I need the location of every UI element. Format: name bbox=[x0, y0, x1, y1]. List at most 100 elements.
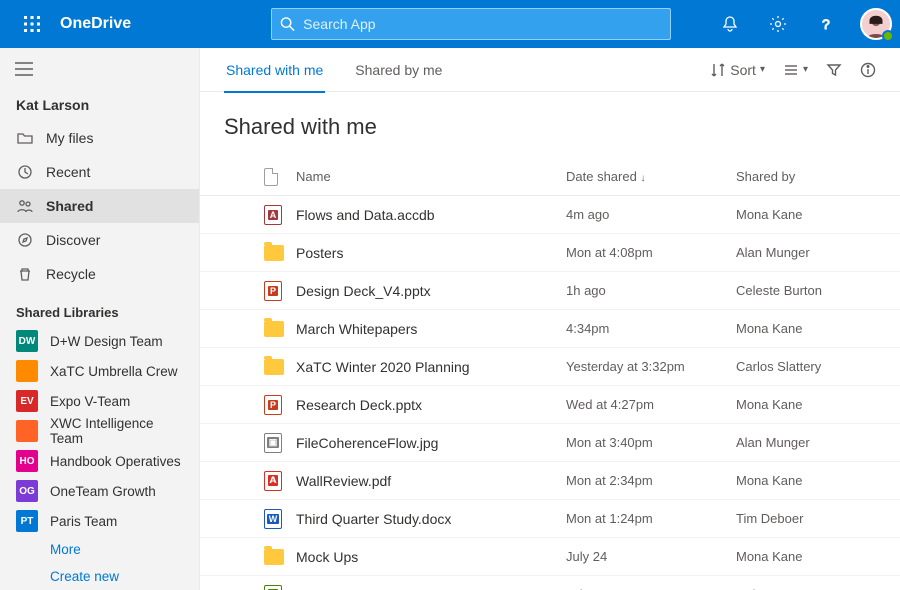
filetype-column-header[interactable] bbox=[264, 168, 296, 186]
sidebar-nav-recent[interactable]: Recent bbox=[0, 155, 199, 189]
nav-label: Discover bbox=[46, 232, 100, 248]
notifications-button[interactable] bbox=[708, 0, 752, 48]
row-date: Wed at 4:27pm bbox=[566, 397, 736, 412]
row-name[interactable]: XaTC Winter 2020 Planning bbox=[296, 359, 566, 375]
settings-button[interactable] bbox=[756, 0, 800, 48]
library-tile-icon: PT bbox=[16, 510, 38, 532]
app-name[interactable]: OneDrive bbox=[60, 15, 131, 33]
image-file-icon: ▣ bbox=[264, 433, 282, 453]
page-title: Shared with me bbox=[200, 92, 900, 158]
row-sharedby: Mona Kane bbox=[736, 473, 876, 488]
file-row[interactable]: PostersMon at 4:08pmAlan Munger bbox=[200, 234, 900, 272]
row-sharedby: Mona Kane bbox=[736, 321, 876, 336]
library-d-w-design-team[interactable]: DWD+W Design Team bbox=[0, 326, 199, 356]
video-file-icon: ▶ bbox=[264, 585, 282, 590]
library-oneteam-growth[interactable]: OGOneTeam Growth bbox=[0, 476, 199, 506]
filter-icon bbox=[826, 62, 842, 78]
search-input[interactable] bbox=[303, 16, 662, 32]
row-date: July 24 bbox=[566, 549, 736, 564]
library-xwc-intelligence-team[interactable]: XWC Intelligence Team bbox=[0, 416, 199, 446]
library-paris-team[interactable]: PTParis Team bbox=[0, 506, 199, 536]
app-launcher-icon[interactable] bbox=[8, 0, 56, 48]
row-date: Mon at 2:34pm bbox=[566, 473, 736, 488]
sharedby-column-header[interactable]: Shared by bbox=[736, 169, 876, 184]
file-row[interactable]: Mock UpsJuly 24Mona Kane bbox=[200, 538, 900, 576]
main-pane: Shared with meShared by me Sort ▾ ▾ bbox=[200, 48, 900, 590]
svg-text:?: ? bbox=[822, 16, 830, 32]
file-row[interactable]: AFlows and Data.accdb4m agoMona Kane bbox=[200, 196, 900, 234]
ppt-file-icon: P bbox=[264, 281, 282, 301]
search-box[interactable] bbox=[271, 8, 671, 40]
file-row[interactable]: WThird Quarter Study.docxMon at 1:24pmTi… bbox=[200, 500, 900, 538]
info-button[interactable] bbox=[860, 62, 876, 78]
file-row[interactable]: 𝗔WallReview.pdfMon at 2:34pmMona Kane bbox=[200, 462, 900, 500]
sidebar-more-link[interactable]: More bbox=[0, 536, 199, 563]
sidebar-nav-shared[interactable]: Shared bbox=[0, 189, 199, 223]
file-row[interactable]: XaTC Winter 2020 PlanningYesterday at 3:… bbox=[200, 348, 900, 386]
folder-icon bbox=[264, 549, 284, 565]
help-button[interactable]: ? bbox=[804, 0, 848, 48]
row-name[interactable]: Research Deck.pptx bbox=[296, 397, 566, 413]
bell-icon bbox=[721, 15, 739, 33]
view-options-button[interactable]: ▾ bbox=[783, 62, 808, 78]
sidebar-nav-discover[interactable]: Discover bbox=[0, 223, 199, 257]
row-name[interactable]: Flows and Data.accdb bbox=[296, 207, 566, 223]
search-wrapper bbox=[271, 8, 671, 40]
library-xatc-umbrella-crew[interactable]: XaTC Umbrella Crew bbox=[0, 356, 199, 386]
file-icon bbox=[264, 168, 278, 186]
folder-icon bbox=[264, 321, 284, 337]
library-handbook-operatives[interactable]: HOHandbook Operatives bbox=[0, 446, 199, 476]
help-icon: ? bbox=[817, 15, 835, 33]
row-name[interactable]: Design Deck_V4.pptx bbox=[296, 283, 566, 299]
file-row[interactable]: March Whitepapers4:34pmMona Kane bbox=[200, 310, 900, 348]
file-row[interactable]: ▶UeoD Transition Animation.movJuly 23Cel… bbox=[200, 576, 900, 590]
nav-label: Recycle bbox=[46, 266, 96, 282]
sort-icon bbox=[710, 62, 726, 78]
collapse-nav-button[interactable] bbox=[4, 52, 44, 85]
sort-button[interactable]: Sort ▾ bbox=[710, 62, 765, 78]
row-name[interactable]: WallReview.pdf bbox=[296, 473, 566, 489]
row-name[interactable]: Mock Ups bbox=[296, 549, 566, 565]
library-label: XaTC Umbrella Crew bbox=[50, 364, 178, 379]
sidebar-nav-recycle[interactable]: Recycle bbox=[0, 257, 199, 291]
row-name[interactable]: Third Quarter Study.docx bbox=[296, 511, 566, 527]
tab-shared-with-me[interactable]: Shared with me bbox=[224, 48, 325, 92]
row-filetype bbox=[264, 359, 296, 375]
library-label: Handbook Operatives bbox=[50, 454, 181, 469]
tab-shared-by-me[interactable]: Shared by me bbox=[353, 48, 444, 92]
sidebar-create-link[interactable]: Create new bbox=[0, 563, 199, 590]
row-filetype: ▶ bbox=[264, 585, 296, 590]
row-filetype bbox=[264, 245, 296, 261]
topbar-right: ? bbox=[708, 0, 892, 48]
row-name[interactable]: UeoD Transition Animation.mov bbox=[296, 587, 566, 590]
library-expo-v-team[interactable]: EVExpo V-Team bbox=[0, 386, 199, 416]
row-filetype: P bbox=[264, 395, 296, 415]
row-date: Mon at 4:08pm bbox=[566, 245, 736, 260]
word-file-icon: W bbox=[264, 509, 282, 529]
filter-button[interactable] bbox=[826, 62, 842, 78]
row-name[interactable]: FileCoherenceFlow.jpg bbox=[296, 435, 566, 451]
file-row[interactable]: PDesign Deck_V4.pptx1h agoCeleste Burton bbox=[200, 272, 900, 310]
sidebar-nav-my-files[interactable]: My files bbox=[0, 121, 199, 155]
date-column-header[interactable]: Date shared ↓ bbox=[566, 169, 736, 184]
list-view-icon bbox=[783, 62, 799, 78]
chevron-down-icon: ▾ bbox=[760, 64, 765, 75]
presence-indicator bbox=[882, 30, 894, 42]
row-name[interactable]: Posters bbox=[296, 245, 566, 261]
folder-icon bbox=[16, 129, 34, 147]
recycle-icon bbox=[16, 265, 34, 283]
nav-label: Shared bbox=[46, 198, 93, 214]
app-topbar: OneDrive ? bbox=[0, 0, 900, 48]
row-filetype bbox=[264, 321, 296, 337]
name-column-header[interactable]: Name bbox=[296, 169, 566, 184]
library-label: XWC Intelligence Team bbox=[50, 416, 183, 446]
row-sharedby: Alan Munger bbox=[736, 245, 876, 260]
library-tile-icon: EV bbox=[16, 390, 38, 412]
row-name[interactable]: March Whitepapers bbox=[296, 321, 566, 337]
nav-label: My files bbox=[46, 130, 93, 146]
file-list-header: Name Date shared ↓ Shared by bbox=[200, 158, 900, 196]
file-row[interactable]: PResearch Deck.pptxWed at 4:27pmMona Kan… bbox=[200, 386, 900, 424]
file-row[interactable]: ▣FileCoherenceFlow.jpgMon at 3:40pmAlan … bbox=[200, 424, 900, 462]
shared-libraries-header: Shared Libraries bbox=[0, 291, 199, 326]
nav-label: Recent bbox=[46, 164, 90, 180]
